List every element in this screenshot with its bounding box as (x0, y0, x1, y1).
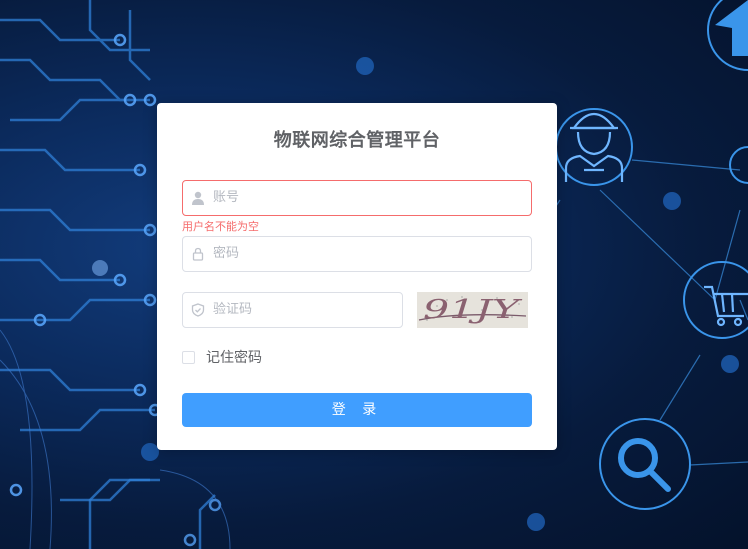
page-title: 物联网综合管理平台 (273, 130, 441, 151)
svg-text:91JY: 91JY (423, 295, 523, 325)
login-button[interactable]: 登 录 (182, 393, 532, 427)
username-error: 用户名不能为空 (182, 220, 259, 233)
search-icon (618, 438, 671, 492)
remember-checkbox[interactable] (182, 351, 195, 364)
username-field[interactable]: 账号 (182, 180, 532, 216)
shield-icon (191, 303, 205, 317)
captcha-image[interactable]: 91JY (417, 292, 528, 328)
captcha-placeholder: 验证码 (213, 302, 253, 317)
engineer-icon (564, 112, 624, 182)
cart-icon (704, 285, 748, 327)
captcha-field[interactable]: 验证码 (182, 292, 403, 328)
password-field[interactable]: 密码 (182, 236, 532, 272)
home-icon (715, 0, 748, 56)
remember-label: 记住密码 (206, 350, 262, 366)
user-icon (192, 191, 204, 205)
password-placeholder: 密码 (213, 246, 240, 261)
lock-icon (192, 247, 204, 261)
login-card: 物联网综合管理平台 账号 用户名不能为空 密码 验证码 91JY 记住密码 登 … (157, 103, 557, 450)
username-placeholder: 账号 (213, 190, 240, 205)
